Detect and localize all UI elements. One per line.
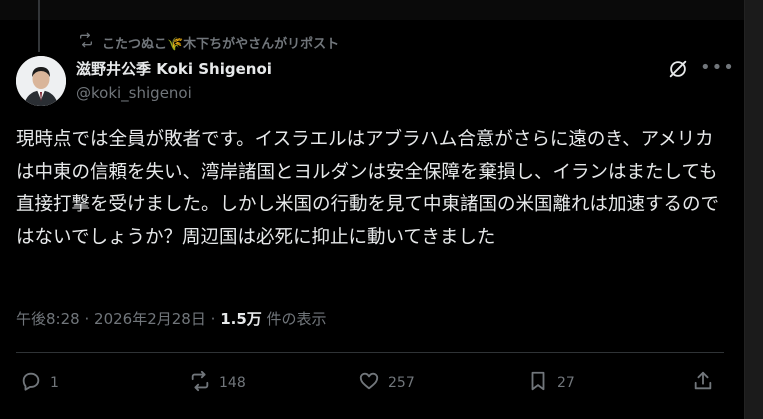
previous-post-edge	[0, 0, 745, 20]
reply-button[interactable]: 1	[20, 370, 59, 396]
avatar[interactable]	[16, 56, 66, 106]
like-count: 257	[388, 375, 415, 391]
reply-icon	[20, 370, 42, 396]
repost-icon	[189, 370, 211, 396]
repost-count: 148	[219, 375, 246, 391]
more-icon[interactable]: •••	[700, 57, 735, 78]
thread-line	[38, 0, 40, 52]
action-bar: 1 148 257 27	[20, 370, 720, 398]
reply-count: 1	[50, 375, 59, 391]
repost-context-text[interactable]: こたつぬこ🌾木下ちがやさんがリポスト	[102, 33, 339, 52]
views-label: 件の表示	[266, 310, 327, 328]
like-button[interactable]: 257	[358, 370, 415, 396]
post-time[interactable]: 午後8:28	[16, 310, 80, 328]
views-count: 1.5万	[220, 310, 262, 328]
bookmark-button[interactable]: 27	[527, 370, 575, 396]
repost-context[interactable]: こたつぬこ🌾木下ちがやさんがリポスト	[78, 32, 339, 52]
divider	[16, 352, 724, 353]
meta-separator: ·	[210, 310, 216, 328]
heart-icon	[358, 370, 380, 396]
meta-separator: ·	[84, 310, 90, 328]
author-display-name[interactable]: 滋野井公季 Koki Shigenoi	[76, 58, 272, 79]
grok-icon[interactable]	[667, 58, 689, 80]
post-page: こたつぬこ🌾木下ちがやさんがリポスト 滋野井公季 Koki Shigenoi @…	[0, 0, 763, 419]
bookmark-count: 27	[557, 375, 575, 391]
author-handle[interactable]: @koki_shigenoi	[76, 84, 192, 102]
post-date[interactable]: 2026年2月28日	[94, 310, 206, 328]
share-icon	[692, 370, 714, 396]
scrollbar[interactable]	[744, 0, 763, 419]
post-text: 現時点では全員が敗者です。イスラエルはアブラハム合意がさらに遠のき、アメリカは中…	[16, 129, 720, 249]
share-button[interactable]	[692, 370, 714, 396]
repost-header-icon	[78, 32, 94, 52]
post-meta: 午後8:28 · 2026年2月28日 · 1.5万 件の表示	[16, 308, 327, 329]
repost-button[interactable]: 148	[189, 370, 246, 396]
bookmark-icon	[527, 370, 549, 396]
